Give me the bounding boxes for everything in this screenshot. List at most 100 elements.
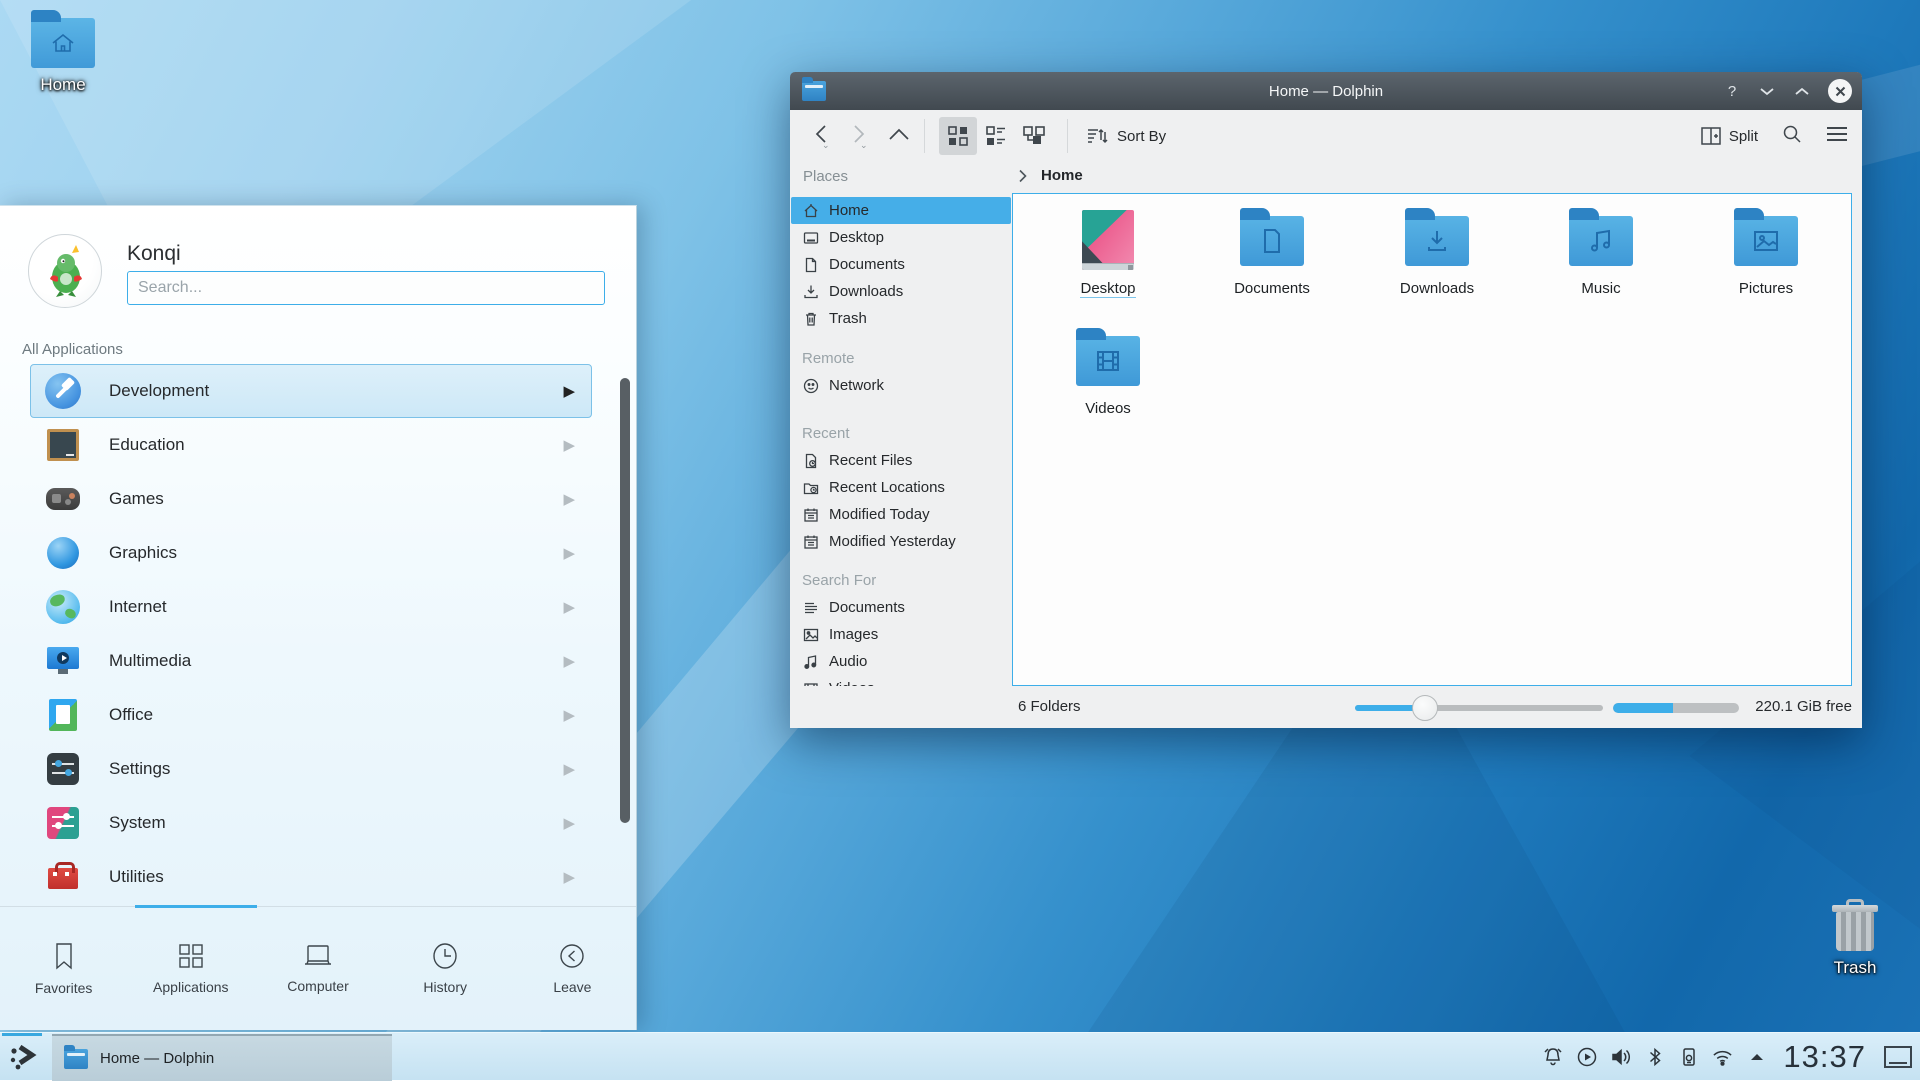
category-internet[interactable]: Internet ▶ bbox=[30, 580, 592, 634]
sort-by-label: Sort By bbox=[1117, 128, 1166, 145]
app-launcher-button[interactable] bbox=[0, 1033, 50, 1081]
close-button[interactable] bbox=[1828, 79, 1852, 103]
category-development[interactable]: Development ▶ bbox=[30, 364, 592, 418]
back-dropdown-caret: ⌄ bbox=[822, 140, 830, 151]
place-label: Modified Yesterday bbox=[829, 533, 956, 550]
category-settings[interactable]: Settings ▶ bbox=[30, 742, 592, 796]
place-modified-today[interactable]: Modified Today bbox=[791, 501, 1011, 528]
window-titlebar[interactable]: Home — Dolphin ? bbox=[790, 72, 1862, 110]
expand-tray-icon[interactable] bbox=[1745, 1046, 1768, 1069]
place-recent-files[interactable]: Recent Files bbox=[791, 447, 1011, 474]
category-utilities[interactable]: Utilities ▶ bbox=[30, 850, 592, 904]
phone-device-icon[interactable] bbox=[1677, 1046, 1700, 1069]
folder-tile-pictures[interactable]: Pictures bbox=[1691, 208, 1841, 298]
desktop-trash-icon[interactable]: Trash bbox=[1800, 893, 1910, 978]
help-button[interactable]: ? bbox=[1723, 83, 1741, 100]
tab-applications[interactable]: Applications bbox=[127, 907, 254, 1030]
tab-history[interactable]: History bbox=[382, 907, 509, 1030]
user-avatar[interactable] bbox=[28, 234, 102, 308]
media-player-icon[interactable] bbox=[1575, 1046, 1598, 1069]
search-images[interactable]: Images bbox=[791, 621, 1011, 648]
place-trash[interactable]: Trash bbox=[791, 305, 1011, 332]
folder-label: Pictures bbox=[1739, 280, 1793, 297]
search-documents[interactable]: Documents bbox=[791, 594, 1011, 621]
search-button[interactable] bbox=[1782, 124, 1802, 149]
forward-button[interactable]: ⌄ bbox=[850, 124, 868, 149]
folder-tile-music[interactable]: Music bbox=[1526, 208, 1676, 298]
zoom-slider-handle[interactable] bbox=[1412, 695, 1438, 721]
folder-icon bbox=[1734, 216, 1798, 266]
category-label: Settings bbox=[109, 759, 563, 779]
back-button[interactable]: ⌄ bbox=[812, 124, 830, 149]
folder-count: 6 Folders bbox=[1018, 698, 1081, 715]
place-recent-locations[interactable]: Recent Locations bbox=[791, 474, 1011, 501]
submenu-arrow-icon: ▶ bbox=[563, 814, 575, 832]
taskbar-task-dolphin[interactable]: Home — Dolphin bbox=[52, 1034, 392, 1081]
launcher-search-input[interactable] bbox=[127, 271, 605, 305]
tab-label: Applications bbox=[153, 979, 229, 995]
place-label: Documents bbox=[829, 256, 905, 273]
minimize-button[interactable] bbox=[1758, 83, 1776, 100]
place-home[interactable]: Home bbox=[791, 197, 1011, 224]
place-label: Recent Files bbox=[829, 452, 912, 469]
folder-tile-desktop[interactable]: Desktop bbox=[1033, 208, 1183, 298]
trash-body bbox=[1836, 912, 1874, 951]
up-button[interactable] bbox=[888, 127, 910, 146]
education-icon bbox=[47, 429, 79, 461]
sort-by-button[interactable]: Sort By bbox=[1086, 126, 1166, 146]
category-system[interactable]: System ▶ bbox=[30, 796, 592, 850]
category-multimedia[interactable]: Multimedia ▶ bbox=[30, 634, 592, 688]
place-documents[interactable]: Documents bbox=[791, 251, 1011, 278]
submenu-arrow-icon: ▶ bbox=[563, 706, 575, 724]
place-label: Network bbox=[829, 377, 884, 394]
volume-icon[interactable] bbox=[1609, 1046, 1632, 1069]
category-games[interactable]: Games ▶ bbox=[30, 472, 592, 526]
taskbar-clock[interactable]: 13:37 bbox=[1783, 1039, 1866, 1075]
place-network[interactable]: Network bbox=[791, 372, 1011, 399]
computer-icon bbox=[302, 943, 334, 969]
places-panel: Home Desktop Documents Downloads Trash R… bbox=[790, 193, 1012, 728]
show-desktop-button[interactable] bbox=[1884, 1046, 1912, 1068]
folder-tile-downloads[interactable]: Downloads bbox=[1362, 208, 1512, 298]
place-modified-yesterday[interactable]: Modified Yesterday bbox=[791, 528, 1011, 555]
tab-computer[interactable]: Computer bbox=[254, 907, 381, 1030]
free-space-label: 220.1 GiB free bbox=[1755, 698, 1852, 715]
details-view-button[interactable] bbox=[977, 117, 1015, 155]
tab-favorites[interactable]: Favorites bbox=[0, 907, 127, 1030]
category-office[interactable]: Office ▶ bbox=[30, 688, 592, 742]
free-space-bar-fill bbox=[1613, 703, 1673, 713]
place-label: Audio bbox=[829, 653, 867, 670]
notifications-icon[interactable] bbox=[1541, 1046, 1564, 1069]
launcher-scrollbar[interactable] bbox=[620, 378, 630, 823]
bluetooth-icon[interactable] bbox=[1643, 1046, 1666, 1069]
maximize-button[interactable] bbox=[1793, 83, 1811, 100]
task-label: Home — Dolphin bbox=[100, 1050, 214, 1067]
folder-label: Desktop bbox=[1080, 280, 1135, 298]
folder-view[interactable]: Desktop Documents Downloads Music Pictur… bbox=[1012, 193, 1852, 686]
tab-leave[interactable]: Leave bbox=[509, 907, 636, 1030]
tree-view-button[interactable] bbox=[1015, 117, 1053, 155]
wifi-network-icon[interactable] bbox=[1711, 1046, 1734, 1069]
split-button[interactable]: Split bbox=[1701, 127, 1758, 145]
place-desktop[interactable]: Desktop bbox=[791, 224, 1011, 251]
category-graphics[interactable]: Graphics ▶ bbox=[30, 526, 592, 580]
breadcrumb[interactable]: Home bbox=[1018, 167, 1083, 184]
internet-icon bbox=[46, 590, 80, 624]
user-name: Konqi bbox=[127, 242, 181, 266]
folder-tile-videos[interactable]: Videos bbox=[1033, 328, 1183, 418]
icons-view-button[interactable] bbox=[939, 117, 977, 155]
search-audio[interactable]: Audio bbox=[791, 648, 1011, 675]
folder-icon bbox=[1569, 216, 1633, 266]
hamburger-icon bbox=[1826, 126, 1848, 142]
folder-tile-documents[interactable]: Documents bbox=[1197, 208, 1347, 298]
zoom-slider[interactable] bbox=[1355, 705, 1603, 711]
submenu-arrow-icon: ▶ bbox=[563, 652, 575, 670]
place-downloads[interactable]: Downloads bbox=[791, 278, 1011, 305]
menu-button[interactable] bbox=[1826, 126, 1848, 147]
multimedia-stand bbox=[58, 669, 68, 674]
submenu-arrow-icon: ▶ bbox=[563, 544, 575, 562]
folder-label: Videos bbox=[1085, 400, 1131, 417]
desktop-home-icon[interactable]: Home bbox=[8, 8, 118, 95]
breadcrumb-current[interactable]: Home bbox=[1041, 167, 1083, 184]
category-education[interactable]: Education ▶ bbox=[30, 418, 592, 472]
